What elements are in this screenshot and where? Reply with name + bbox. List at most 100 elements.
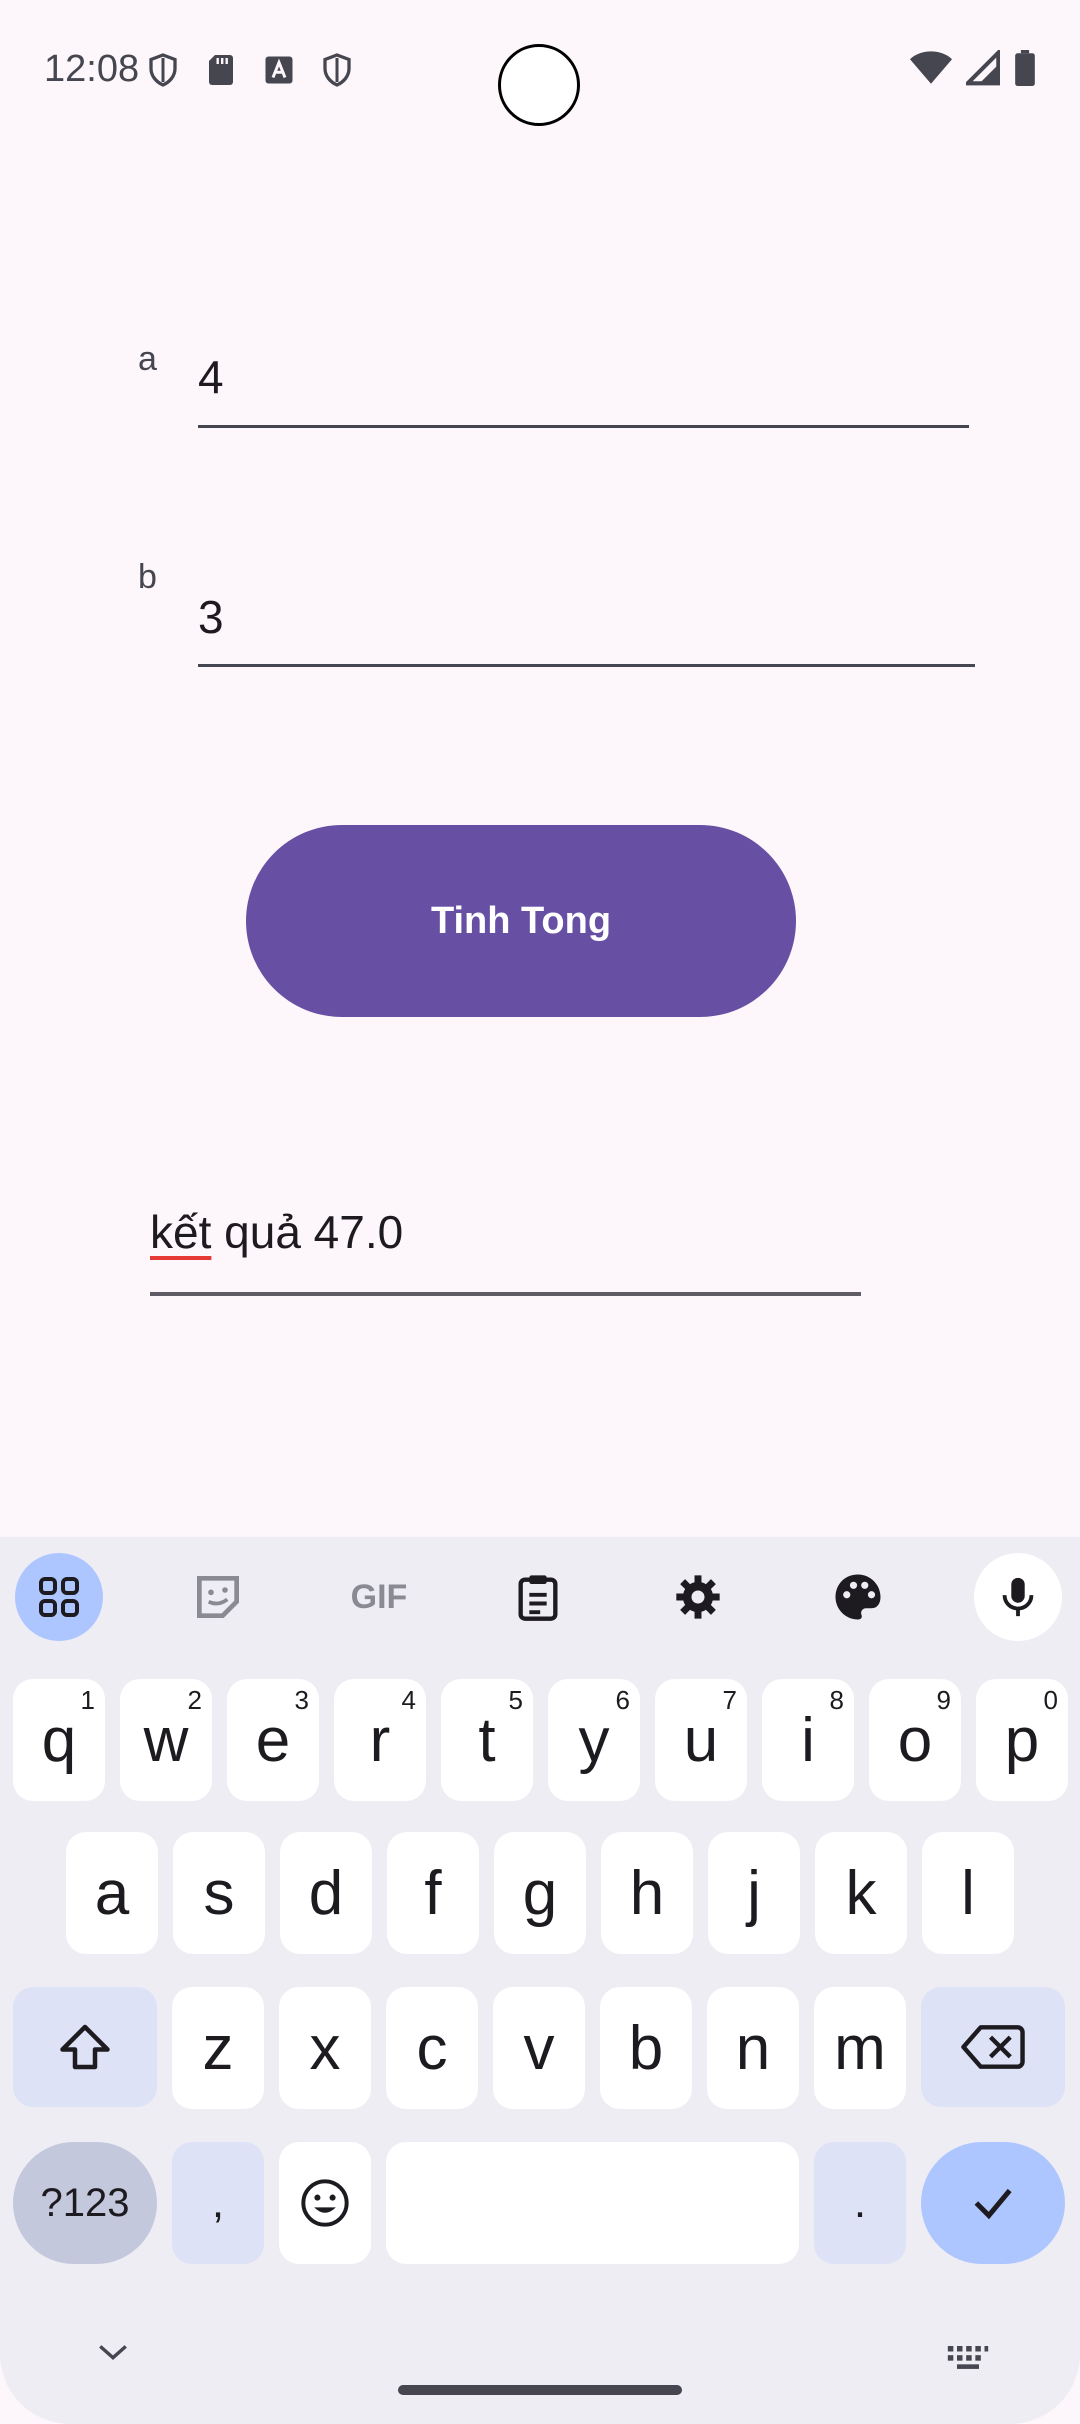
key-a[interactable]: a (66, 1832, 158, 1954)
bottom-nav-bar (0, 2310, 1080, 2424)
key-label: j (747, 1858, 761, 1928)
phone-screen: { "status_bar": { "time": "12:08" }, "fo… (0, 0, 1080, 2424)
microphone-icon[interactable] (974, 1553, 1062, 1641)
key-q[interactable]: q1 (13, 1679, 105, 1801)
enter-key[interactable] (921, 2142, 1065, 2264)
key-e[interactable]: e3 (227, 1679, 319, 1801)
key-label: z (202, 2013, 234, 2083)
key-hint: 5 (508, 1685, 523, 1715)
key-label: g (522, 1858, 558, 1928)
symbols-key[interactable]: ?123 (13, 2142, 157, 2264)
key-label: e (255, 1705, 291, 1775)
key-label: s (203, 1858, 235, 1928)
key-hint: 8 (829, 1685, 844, 1715)
input-a[interactable]: 4 (198, 350, 224, 404)
key-label: v (523, 2013, 555, 2083)
key-z[interactable]: z (172, 1987, 264, 2109)
shift-key[interactable] (13, 1987, 157, 2107)
misspelled-word: kết (150, 1206, 212, 1258)
key-g[interactable]: g (494, 1832, 586, 1954)
key-label: q (41, 1705, 77, 1775)
key-label: f (424, 1858, 442, 1928)
key-hint: 6 (615, 1685, 630, 1715)
keyboard-toolbar: GIF (0, 1537, 1080, 1657)
battery-icon (1014, 50, 1036, 91)
key-hint: 1 (80, 1685, 95, 1715)
key-p[interactable]: p0 (976, 1679, 1068, 1801)
key-label: k (845, 1858, 877, 1928)
key-m[interactable]: m (814, 1987, 906, 2109)
hide-keyboard-icon[interactable] (96, 2340, 130, 2369)
wifi-icon (910, 50, 952, 91)
keyboard: GIF ?123 , . q 1 w 2 e 3 r 4 t 5 y 6 u 7… (0, 1537, 1080, 2424)
key-x[interactable]: x (279, 1987, 371, 2109)
key-hint: 9 (936, 1685, 951, 1715)
key-hint: 2 (187, 1685, 202, 1715)
key-hint: 4 (401, 1685, 416, 1715)
key-k[interactable]: k (815, 1832, 907, 1954)
key-label: t (478, 1705, 496, 1775)
camera-cutout (498, 44, 580, 126)
result-input[interactable]: kết quả 47.0 (150, 1205, 403, 1259)
key-hint: 0 (1043, 1685, 1058, 1715)
status-bar: 12:08 (0, 0, 1080, 140)
keyboard-switch-icon[interactable] (946, 2344, 990, 2375)
key-label: n (735, 2013, 771, 2083)
backspace-key[interactable] (921, 1987, 1065, 2107)
key-w[interactable]: w2 (120, 1679, 212, 1801)
key-b[interactable]: b (600, 1987, 692, 2109)
key-d[interactable]: d (280, 1832, 372, 1954)
key-r[interactable]: r4 (334, 1679, 426, 1801)
key-label: r (369, 1705, 391, 1775)
key-hint: 3 (294, 1685, 309, 1715)
clipboard-icon[interactable] (494, 1553, 582, 1641)
key-label: o (897, 1705, 933, 1775)
key-hint: 7 (722, 1685, 737, 1715)
space-key[interactable] (386, 2142, 799, 2264)
key-l[interactable]: l (922, 1832, 1014, 1954)
input-b[interactable]: 3 (198, 590, 224, 644)
shield-icon (319, 52, 355, 88)
settings-icon[interactable] (654, 1553, 742, 1641)
key-label: a (94, 1858, 130, 1928)
sd-card-icon (203, 52, 239, 88)
input-a-underline (198, 425, 969, 428)
key-i[interactable]: i8 (762, 1679, 854, 1801)
key-s[interactable]: s (173, 1832, 265, 1954)
status-time: 12:08 (44, 48, 140, 90)
key-label: l (961, 1858, 975, 1928)
key-label: b (628, 2013, 664, 2083)
key-label: y (578, 1705, 610, 1775)
key-o[interactable]: o9 (869, 1679, 961, 1801)
period-key[interactable]: . (814, 2142, 906, 2264)
key-v[interactable]: v (493, 1987, 585, 2109)
input-b-underline (198, 664, 975, 667)
key-j[interactable]: j (708, 1832, 800, 1954)
key-label: i (801, 1705, 815, 1775)
emoji-key[interactable] (279, 2142, 371, 2264)
key-h[interactable]: h (601, 1832, 693, 1954)
home-indicator[interactable] (398, 2385, 682, 2395)
text-a-icon (261, 52, 297, 88)
label-b: b (138, 558, 157, 596)
key-n[interactable]: n (707, 1987, 799, 2109)
sum-button[interactable]: Tinh Tong (246, 825, 796, 1017)
result-text-rest: quả 47.0 (211, 1206, 404, 1258)
key-label: x (309, 2013, 341, 2083)
palette-icon[interactable] (814, 1553, 902, 1641)
comma-key[interactable]: , (172, 2142, 264, 2264)
gif-label: GIF (350, 1577, 408, 1616)
key-f[interactable]: f (387, 1832, 479, 1954)
key-t[interactable]: t5 (441, 1679, 533, 1801)
key-label: h (629, 1858, 665, 1928)
key-u[interactable]: u7 (655, 1679, 747, 1801)
shield-icon (145, 52, 181, 88)
key-c[interactable]: c (386, 1987, 478, 2109)
gif-icon[interactable]: GIF (334, 1553, 424, 1641)
key-label: d (308, 1858, 344, 1928)
key-y[interactable]: y6 (548, 1679, 640, 1801)
apps-grid-icon[interactable] (15, 1553, 103, 1641)
key-label: w (143, 1705, 189, 1775)
sticker-icon[interactable] (174, 1553, 262, 1641)
cell-signal-icon (962, 47, 1001, 91)
